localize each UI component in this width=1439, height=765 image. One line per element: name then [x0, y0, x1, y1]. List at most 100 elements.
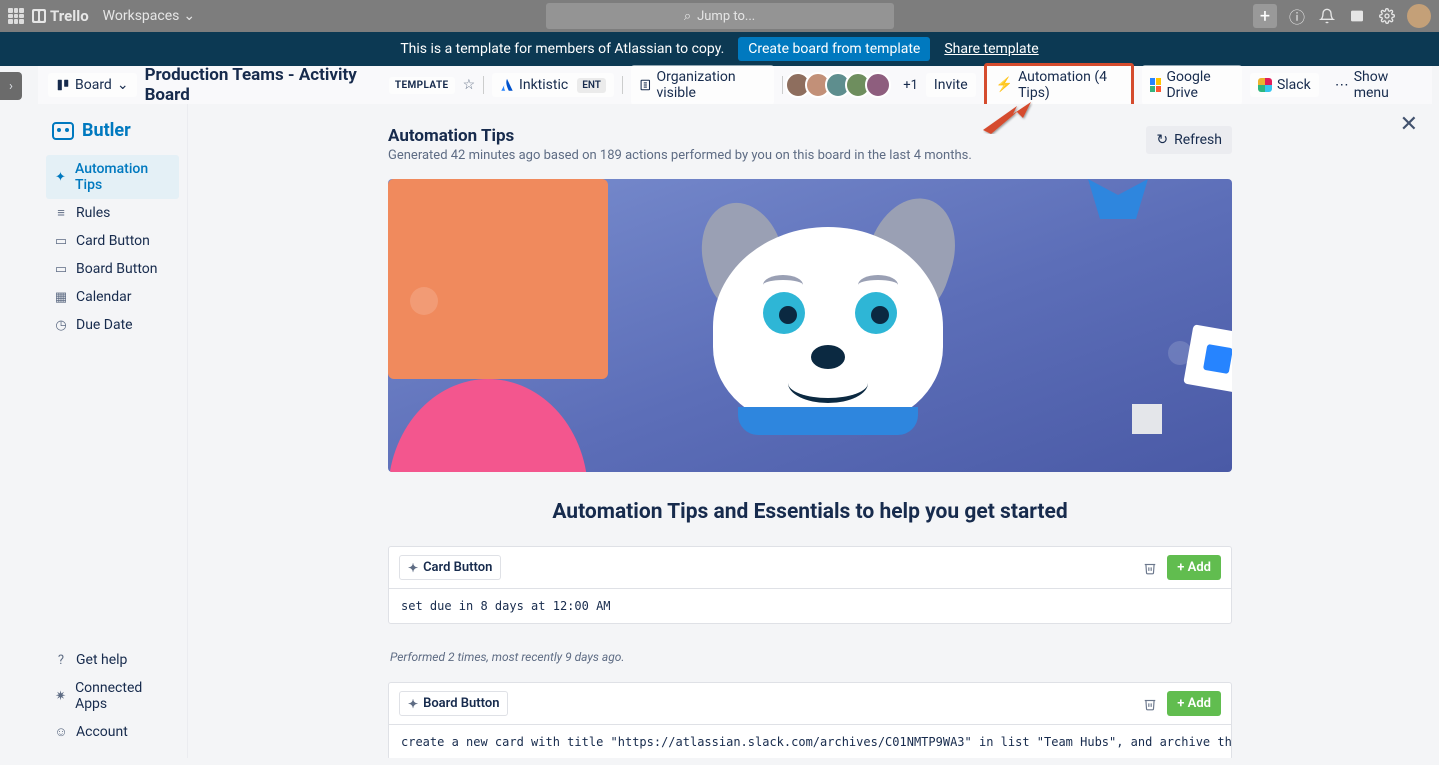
app-switcher-icon[interactable]: [8, 8, 24, 24]
butler-panel: Butler ✦ Automation Tips ≡ Rules ▭ Card …: [38, 104, 1432, 758]
butler-main: ✕ Automation Tips Generated 42 minutes a…: [188, 104, 1432, 758]
workspace-button[interactable]: Inktistic ENT: [492, 73, 614, 97]
sparkle-icon: ✦: [54, 170, 67, 184]
tip-code: create a new card with title "https://at…: [389, 724, 1231, 758]
list-icon: ≡: [54, 206, 68, 220]
automation-button[interactable]: ⚡ Automation (4 Tips): [984, 63, 1134, 107]
delete-tip-button[interactable]: [1143, 561, 1157, 575]
tip-type-badge: ✦ Board Button: [399, 691, 508, 716]
visibility-button[interactable]: Organization visible: [631, 65, 774, 105]
create-button[interactable]: +: [1253, 4, 1277, 28]
board-header: Board ⌄ Production Teams - Activity Boar…: [38, 66, 1432, 104]
google-drive-label: Google Drive: [1166, 69, 1234, 101]
sidebar-item-connected-apps[interactable]: ✷ Connected Apps: [46, 674, 179, 718]
hero-illustration: [388, 179, 1232, 472]
invite-label: Invite: [934, 77, 968, 93]
tip-code: set due in 8 days at 12:00 AM: [389, 588, 1231, 623]
org-icon: [639, 78, 652, 92]
search-placeholder: Jump to...: [697, 9, 755, 24]
chevron-down-icon: ⌄: [183, 8, 195, 24]
profile-avatar[interactable]: [1407, 4, 1431, 28]
search-input[interactable]: ⌕ Jump to...: [546, 3, 894, 29]
global-topbar: Trello Workspaces ⌄ ⌕ Jump to... + ⓘ: [0, 0, 1439, 32]
trello-logo-text: Trello: [50, 7, 89, 25]
sidebar-item-due-date[interactable]: ◷ Due Date: [46, 311, 179, 339]
sidebar-item-label: Connected Apps: [75, 680, 171, 712]
template-badge: TEMPLATE: [389, 77, 455, 94]
invite-button[interactable]: Invite: [926, 73, 976, 97]
member-avatars[interactable]: [791, 72, 891, 98]
info-icon[interactable]: ⓘ: [1287, 6, 1307, 26]
page-title: Automation Tips: [388, 126, 972, 146]
atlassian-icon: [500, 78, 514, 92]
search-icon: ⌕: [684, 9, 691, 24]
boards-icon[interactable]: [1347, 6, 1367, 26]
bolt-icon: ⚡: [996, 77, 1013, 93]
help-icon: ?: [54, 653, 68, 667]
delete-tip-button[interactable]: [1143, 697, 1157, 711]
trash-icon: [1143, 697, 1157, 711]
divider: [483, 76, 484, 94]
sparkle-icon: ✦: [408, 697, 418, 711]
ellipsis-icon: ⋯: [1335, 77, 1349, 93]
slack-label: Slack: [1277, 77, 1311, 93]
slack-icon: [1258, 78, 1272, 92]
sidebar-item-calendar[interactable]: ▦ Calendar: [46, 283, 179, 311]
show-menu-button[interactable]: ⋯ Show menu: [1327, 65, 1422, 105]
automation-label: Automation (4 Tips): [1018, 69, 1121, 101]
sidebar-item-get-help[interactable]: ? Get help: [46, 646, 179, 674]
expand-sidebar-button[interactable]: ›: [0, 72, 22, 100]
sidebar-item-automation-tips[interactable]: ✦ Automation Tips: [46, 155, 179, 199]
settings-icon[interactable]: [1377, 6, 1397, 26]
slack-button[interactable]: Slack: [1250, 73, 1319, 97]
sidebar-item-board-button[interactable]: ▭ Board Button: [46, 255, 179, 283]
sidebar-item-label: Account: [76, 724, 128, 740]
workspaces-dropdown[interactable]: Workspaces ⌄: [97, 4, 201, 28]
tip-type-label: Board Button: [423, 696, 499, 711]
share-template-link[interactable]: Share template: [944, 41, 1038, 57]
add-tip-button[interactable]: + Add: [1167, 555, 1221, 580]
trash-icon: [1143, 561, 1157, 575]
create-board-button[interactable]: Create board from template: [738, 37, 930, 61]
board-icon: [56, 78, 70, 92]
tip-type-label: Card Button: [423, 560, 492, 575]
visibility-label: Organization visible: [656, 69, 766, 101]
notifications-icon[interactable]: [1317, 6, 1337, 26]
board-title[interactable]: Production Teams - Activity Board: [145, 65, 381, 105]
card-icon: ▭: [54, 234, 68, 248]
hero-heading: Automation Tips and Essentials to help y…: [388, 500, 1232, 524]
butler-robot-icon: [52, 122, 74, 140]
sidebar-item-label: Rules: [76, 205, 110, 221]
refresh-button[interactable]: ↻ Refresh: [1146, 126, 1232, 154]
sidebar-item-card-button[interactable]: ▭ Card Button: [46, 227, 179, 255]
sidebar-item-label: Card Button: [76, 233, 150, 249]
sidebar-item-account[interactable]: ☺ Account: [46, 718, 179, 746]
google-drive-button[interactable]: Google Drive: [1142, 65, 1242, 105]
butler-sidebar: Butler ✦ Automation Tips ≡ Rules ▭ Card …: [38, 104, 188, 758]
avatar[interactable]: [865, 72, 891, 98]
board-icon: ▭: [54, 262, 68, 276]
clock-icon: ◷: [54, 318, 68, 332]
chevron-down-icon: ⌄: [117, 77, 129, 93]
sidebar-item-label: Board Button: [76, 261, 157, 277]
sidebar-item-label: Due Date: [76, 317, 133, 333]
board-view-button[interactable]: Board ⌄: [48, 73, 137, 97]
template-banner-message: This is a template for members of Atlass…: [400, 41, 724, 57]
divider: [782, 76, 783, 94]
divider: [622, 76, 623, 94]
sidebar-item-label: Get help: [76, 652, 127, 668]
trello-logo[interactable]: Trello: [32, 7, 89, 25]
sidebar-item-rules[interactable]: ≡ Rules: [46, 199, 179, 227]
tip-card: ✦ Board Button + Add create a new card w…: [388, 682, 1232, 758]
star-icon[interactable]: ☆: [463, 77, 476, 93]
member-overflow-count[interactable]: +1: [899, 78, 918, 93]
refresh-label: Refresh: [1174, 132, 1222, 148]
add-tip-button[interactable]: + Add: [1167, 691, 1221, 716]
close-button[interactable]: ✕: [1400, 112, 1418, 137]
account-icon: ☺: [54, 725, 68, 739]
workspaces-label: Workspaces: [103, 8, 180, 24]
ent-badge: ENT: [577, 78, 606, 93]
workspace-name: Inktistic: [519, 77, 568, 93]
sparkle-icon: ✦: [408, 561, 418, 575]
board-view-label: Board: [75, 77, 112, 93]
